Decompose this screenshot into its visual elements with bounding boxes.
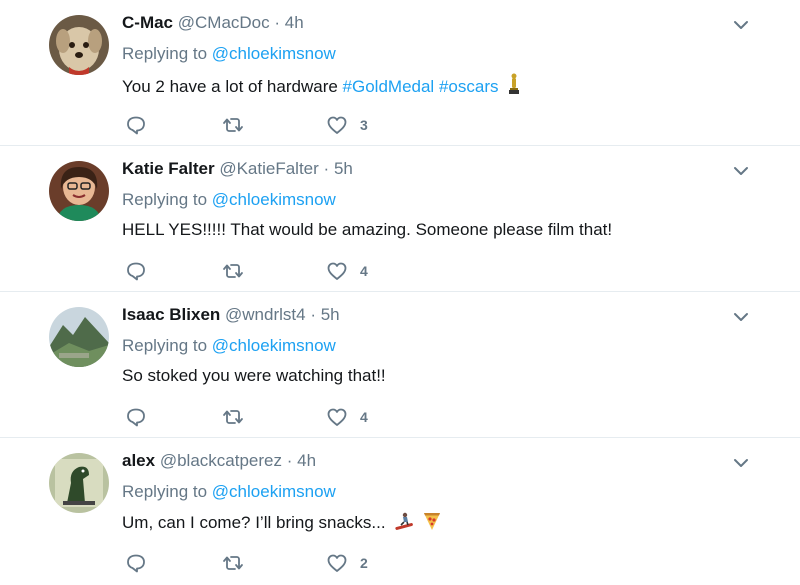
chevron-down-icon[interactable]	[732, 308, 750, 326]
retweet-icon	[223, 118, 243, 132]
hashtag-link[interactable]: #oscars	[439, 77, 499, 96]
reply-icon	[127, 554, 145, 573]
heart-icon	[327, 262, 347, 280]
replying-to: Replying to @chloekimsnow	[122, 189, 336, 211]
user-handle[interactable]: @CMacDoc	[178, 13, 270, 32]
user-handle[interactable]: @wndrlst4	[225, 305, 306, 324]
display-name[interactable]: Katie Falter	[122, 159, 215, 178]
oscar-statue-icon	[509, 73, 520, 94]
tweet[interactable]: alex @blackcatperez · 4h Replying to @ch…	[0, 438, 800, 584]
tweet-text: You 2 have a lot of hardware #GoldMedal …	[122, 73, 521, 98]
reply-button[interactable]	[125, 406, 147, 428]
tweet-body: You 2 have a lot of hardware	[122, 77, 338, 96]
reply-icon	[127, 262, 145, 281]
like-button[interactable]: 2	[326, 552, 368, 574]
tweet-text: Um, can I come? I’ll bring snacks...	[122, 511, 441, 534]
reply-button[interactable]	[125, 552, 147, 574]
mention-link[interactable]: @chloekimsnow	[212, 44, 336, 63]
tweet-text: HELL YES!!!!! That would be amazing. Som…	[122, 219, 612, 241]
tweet[interactable]: C-Mac @CMacDoc · 4h Replying to @chloeki…	[0, 0, 800, 146]
retweet-button[interactable]	[222, 406, 244, 428]
separator: ·	[323, 159, 330, 178]
separator: ·	[310, 305, 316, 324]
retweet-icon	[223, 556, 243, 570]
mention-link[interactable]: @chloekimsnow	[212, 190, 336, 209]
user-handle[interactable]: @KatieFalter	[219, 159, 318, 178]
reply-button[interactable]	[125, 114, 147, 136]
avatar[interactable]	[49, 15, 109, 75]
like-count: 4	[360, 263, 368, 279]
tweet-actions: 3	[122, 114, 382, 136]
mention-link[interactable]: @chloekimsnow	[212, 336, 336, 355]
replying-to: Replying to @chloekimsnow	[122, 335, 336, 357]
user-handle[interactable]: @blackcatperez	[160, 451, 282, 470]
tweet-actions: 4	[122, 260, 382, 282]
retweet-button[interactable]	[222, 114, 244, 136]
like-count: 4	[360, 409, 368, 425]
separator: ·	[274, 13, 281, 32]
pizza-icon	[424, 513, 441, 530]
tweet-body: HELL YES!!!!! That would be amazing. Som…	[122, 220, 613, 239]
timestamp[interactable]: 4h	[285, 13, 304, 32]
tweet[interactable]: Katie Falter @KatieFalter · 5h Replying …	[0, 146, 800, 292]
display-name[interactable]: alex	[122, 451, 155, 470]
snowboarder-icon	[395, 512, 414, 530]
separator: ·	[286, 451, 293, 470]
tweet-text: So stoked you were watching that!!	[122, 365, 386, 387]
tweet-header: Isaac Blixen @wndrlst4 · 5h	[122, 304, 340, 326]
avatar[interactable]	[49, 453, 109, 513]
tweet-header: alex @blackcatperez · 4h	[122, 450, 316, 472]
reply-icon	[127, 408, 145, 427]
timestamp[interactable]: 5h	[321, 305, 340, 324]
like-button[interactable]: 3	[326, 114, 368, 136]
tweet-actions: 2	[122, 552, 382, 574]
display-name[interactable]: Isaac Blixen	[122, 305, 220, 324]
replying-to: Replying to @chloekimsnow	[122, 481, 336, 503]
mountain-avatar-icon	[49, 307, 109, 367]
tweet-body: So stoked you were watching that!!	[122, 366, 386, 385]
chevron-down-icon[interactable]	[732, 16, 750, 34]
tweet-body: Um, can I come? I’ll bring snacks...	[122, 513, 386, 532]
like-count: 3	[360, 117, 368, 133]
replying-prefix: Replying to	[122, 44, 208, 63]
woman-avatar-icon	[49, 161, 109, 221]
retweet-icon	[223, 410, 243, 424]
tweet-header: Katie Falter @KatieFalter · 5h	[122, 158, 353, 180]
like-button[interactable]: 4	[326, 260, 368, 282]
replying-prefix: Replying to	[122, 482, 208, 501]
chevron-down-icon[interactable]	[732, 162, 750, 180]
tweet-header: C-Mac @CMacDoc · 4h	[122, 12, 304, 34]
timestamp[interactable]: 4h	[297, 451, 316, 470]
retweet-button[interactable]	[222, 552, 244, 574]
tweet-actions: 4	[122, 406, 382, 428]
reply-icon	[127, 116, 145, 135]
retweet-button[interactable]	[222, 260, 244, 282]
avatar[interactable]	[49, 161, 109, 221]
dinosaur-avatar-icon	[49, 453, 109, 513]
mention-link[interactable]: @chloekimsnow	[212, 482, 336, 501]
reply-button[interactable]	[125, 260, 147, 282]
like-count: 2	[360, 555, 368, 571]
retweet-icon	[223, 264, 243, 278]
tweet[interactable]: Isaac Blixen @wndrlst4 · 5h Replying to …	[0, 292, 800, 438]
replying-prefix: Replying to	[122, 336, 208, 355]
replying-prefix: Replying to	[122, 190, 208, 209]
like-button[interactable]: 4	[326, 406, 368, 428]
heart-icon	[327, 116, 347, 134]
avatar[interactable]	[49, 307, 109, 367]
chevron-down-icon[interactable]	[732, 454, 750, 472]
replying-to: Replying to @chloekimsnow	[122, 43, 336, 65]
timestamp[interactable]: 5h	[334, 159, 353, 178]
heart-icon	[327, 554, 347, 572]
display-name[interactable]: C-Mac	[122, 13, 173, 32]
hashtag-link[interactable]: #GoldMedal	[343, 77, 435, 96]
heart-icon	[327, 408, 347, 426]
dog-avatar-icon	[49, 15, 109, 75]
